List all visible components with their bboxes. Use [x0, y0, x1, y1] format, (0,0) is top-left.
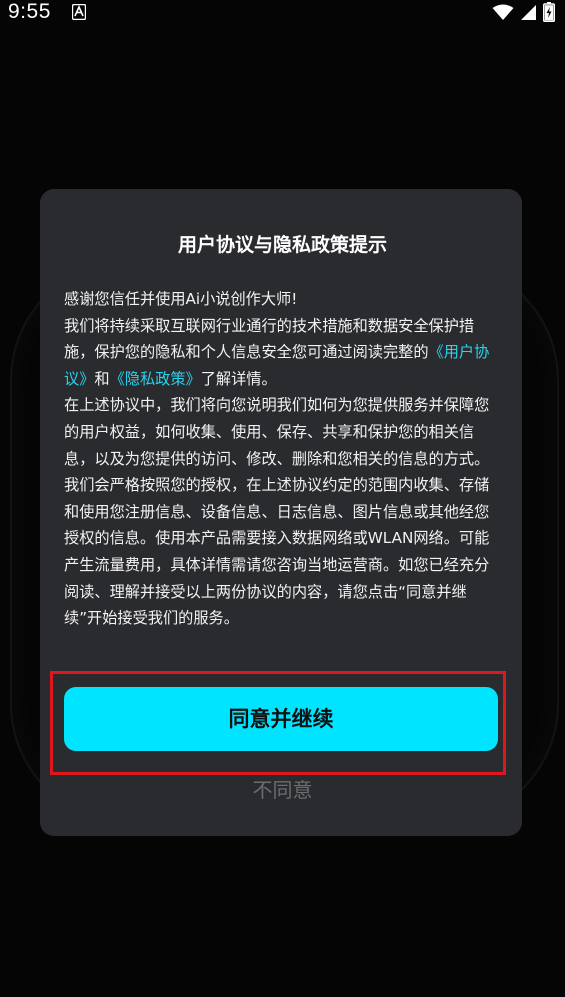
details-paragraph: 在上述协议中，我们将向您说明我们如何为您提供服务并保障您的用户权益，如何收集、使… — [64, 396, 490, 628]
dialog-body: 感谢您信任并使用Ai小说创作大师! 我们将持续采取互联网行业通行的技术措施和数据… — [64, 286, 504, 632]
agreement-paragraph: 我们将持续采取互联网行业通行的技术措施和数据安全保护措施，保护您的隐私和个人信息… — [64, 313, 504, 393]
dialog-title: 用户协议与隐私政策提示 — [177, 234, 387, 256]
cellular-signal-icon — [520, 4, 537, 21]
welcome-text: 感谢您信任并使用Ai小说创作大师! — [64, 290, 298, 308]
battery-charging-icon — [543, 2, 555, 22]
agreement-paragraph-end: 了解详情。 — [200, 369, 277, 388]
agree-continue-button[interactable]: 同意并继续 — [64, 687, 498, 751]
status-time: 9:55 — [8, 0, 51, 23]
agreement-paragraph-text: 我们将持续采取互联网行业通行的技术措施和数据安全保护措施，保护您的隐私和个人信息… — [64, 316, 475, 362]
and-text: 和 — [94, 369, 110, 388]
privacy-policy-link[interactable]: 《隐私政策》 — [110, 370, 201, 388]
status-bar: 9:55 — [0, 0, 565, 26]
notification-app-icon — [71, 3, 87, 21]
screen: 9:55 用户协议与隐私政策提示 感谢您信任并使用Ai小说创作大师! 我们将持续… — [0, 0, 565, 997]
wifi-icon — [492, 4, 514, 21]
disagree-button[interactable]: 不同意 — [0, 773, 565, 807]
status-icons — [492, 2, 555, 22]
